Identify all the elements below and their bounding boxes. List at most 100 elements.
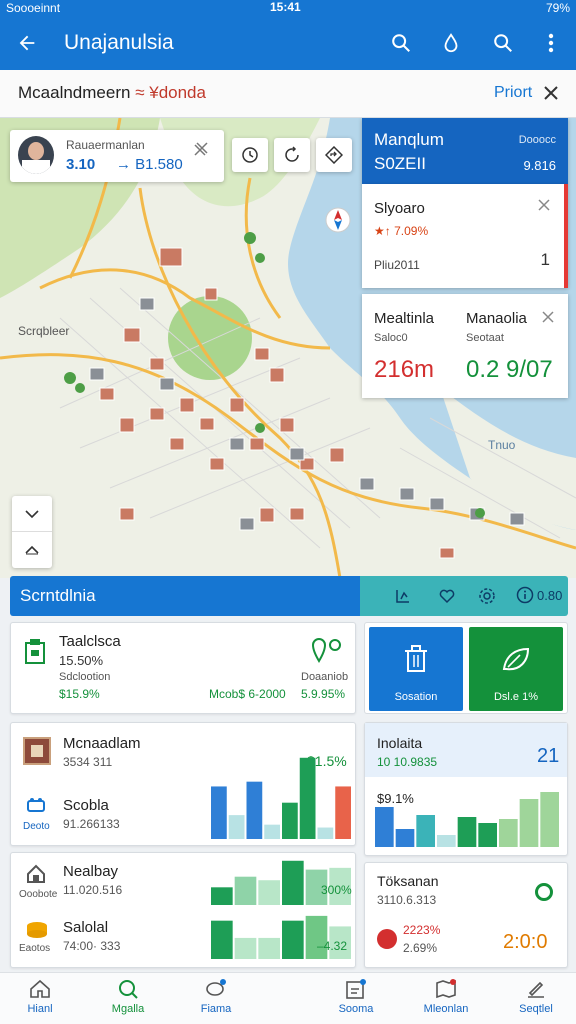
card3-title: Inolaita [377, 735, 423, 751]
section-icon-value: 0.80 [537, 587, 563, 603]
card1-val1: $15.9% [59, 687, 100, 701]
close-button[interactable] [536, 78, 566, 108]
info-item2-close[interactable] [542, 310, 554, 328]
close-icon [542, 311, 554, 323]
card2-row2-sub: 91.266133 [63, 817, 120, 831]
filter-icon[interactable] [394, 587, 412, 610]
action1-label: Sosation [394, 691, 438, 703]
profile-name: Rauaermanlan [66, 138, 145, 152]
map-button-directions[interactable] [316, 138, 352, 172]
zoom-out-button[interactable] [12, 532, 52, 568]
status-ring-icon [535, 883, 553, 901]
info-header: Manqlum S0ZEII Dooocc 9.816 [362, 118, 568, 184]
bar [437, 835, 456, 847]
stats-card-1[interactable]: Mcnaadlam 3534 311 $1.5% Deoto Scobla 91… [10, 722, 356, 846]
stats-card-2[interactable]: Inolaita 10 10.9835 21 $9.1% [364, 722, 568, 856]
map-view[interactable]: Scrqbleer Tnuo Rauaermanlan 3.10 → B1.58… [0, 118, 576, 578]
page-title: Unajanulsia [64, 31, 174, 54]
location-button[interactable] [436, 28, 466, 58]
stats-card-4[interactable]: Töksanan 3110.6.313 2223% 2.69% 2:0:0 [364, 862, 568, 968]
action-buttons: Sosation Dsl.e 1% [364, 622, 568, 714]
summary-card[interactable]: Taalclsca 15.50% Sdclootion $15.9% Doaan… [10, 622, 356, 714]
info-item2-label1: Mealtinla [374, 310, 435, 327]
nav-item-3[interactable]: Sooma [316, 977, 396, 1015]
card4-row1-icon-label: Ooobote [19, 889, 58, 900]
bar [246, 781, 263, 839]
stats-card-3[interactable]: Ooobote Nealbay 11.020.516 Eaotos Salola… [10, 852, 356, 968]
card2-row1-title: Mcnaadlam [63, 735, 141, 752]
alert-dot-icon [377, 929, 397, 949]
house-icon [25, 863, 47, 890]
info-item1-close[interactable] [538, 198, 550, 216]
profile-card[interactable]: Rauaermanlan 3.10 → B1.580 [10, 130, 224, 182]
bar [211, 920, 233, 959]
search-icon [119, 980, 138, 999]
chat-icon [206, 979, 226, 996]
nav-label-0: Hianl [27, 1003, 53, 1015]
profile-stat-a: 3.10 [66, 156, 96, 173]
map-button-refresh[interactable] [274, 138, 310, 172]
card4-row2-value: –4.32 [317, 939, 348, 953]
info-item2-value2: 0.2 9/07 [466, 356, 553, 383]
section-title: Scrntdlnia [20, 586, 96, 605]
info-value-control[interactable]: 0.80 [516, 586, 562, 604]
bar [519, 799, 539, 847]
bar [211, 786, 227, 839]
route-origin: Mcaalndmeern [18, 83, 131, 102]
card4-row2-title: Salolal [63, 919, 109, 936]
bar [282, 920, 304, 959]
bar [234, 876, 257, 905]
search-button-2[interactable] [488, 28, 518, 58]
info-item1-count: 1 [540, 250, 550, 269]
bar [299, 757, 316, 839]
nav-item-0[interactable]: Hianl [0, 977, 80, 1015]
tools-icon[interactable] [192, 140, 210, 163]
card4-row2-sub: 74:00· 333 [63, 939, 121, 953]
card1-sub2: Doaaniob [301, 671, 349, 683]
drop-icon [444, 33, 458, 53]
info-header-right2: 9.816 [523, 158, 556, 173]
chevron-down-icon [25, 509, 39, 518]
bar [317, 827, 334, 839]
search-button[interactable] [386, 28, 416, 58]
close-icon [538, 199, 550, 211]
info-item1-title: Slyoaro [374, 200, 425, 217]
action-button-2[interactable]: Dsl.e 1% [469, 627, 563, 711]
building-icon [23, 737, 51, 765]
print-link[interactable]: Priort [494, 84, 532, 102]
nav-item-5[interactable]: Seqtlel [496, 977, 576, 1015]
bar [234, 937, 257, 959]
map-button-clock[interactable] [232, 138, 268, 172]
receipt-icon [23, 637, 47, 672]
nav-item-4[interactable]: Mleonlan [406, 977, 486, 1015]
info-item2-sub2: Seotaat [466, 332, 504, 344]
card1-val3: 5.9.95% [301, 687, 346, 701]
nav-item-2[interactable]: Fiama [176, 977, 256, 1015]
bar [478, 823, 497, 847]
card3-sub: 10 10.9835 [377, 755, 438, 769]
bar-chart-2 [375, 792, 559, 847]
trash-icon [402, 643, 430, 680]
card1-sub: Sdclootion [59, 671, 111, 683]
nav-label-3: Sooma [338, 1003, 374, 1015]
back-button[interactable] [12, 28, 42, 58]
card2-row2-title: Scobla [63, 797, 109, 814]
info-item-1[interactable]: Slyoaro ★↑ 7.09% Pliu2011 1 [362, 184, 568, 288]
info-header-title: Manqlum [374, 130, 444, 149]
action-button-1[interactable]: Sosation [369, 627, 463, 711]
card5-pct1: 2223% [403, 923, 441, 937]
cart-icon [25, 797, 47, 820]
zoom-control [12, 496, 52, 568]
info-item-2[interactable]: Mealtinla Manaolia Saloc0 Seotaat 216m 0… [362, 294, 568, 398]
card5-value: 2:0:0 [503, 931, 548, 953]
nav-label-4: Mleonlan [423, 1003, 469, 1015]
heart-icon[interactable] [438, 587, 456, 610]
nav-item-1[interactable]: Mgalla [88, 977, 168, 1015]
bar [375, 807, 394, 847]
more-button[interactable] [536, 28, 566, 58]
battery-label: 79% [545, 1, 570, 15]
settings-icon[interactable] [478, 587, 496, 610]
card5-title: Töksanan [377, 873, 439, 889]
zoom-in-button[interactable] [12, 496, 52, 532]
leaf-icon [500, 643, 532, 680]
